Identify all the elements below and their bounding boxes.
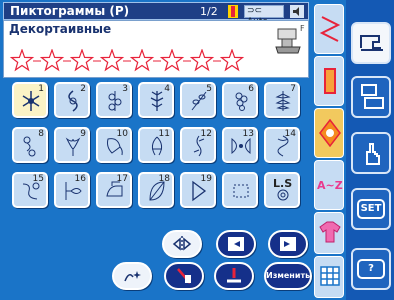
pattern-tile[interactable]: 11 xyxy=(138,127,174,163)
pattern-tile[interactable]: 10 xyxy=(96,127,132,163)
pattern-tile[interactable]: 4 xyxy=(138,82,174,118)
pattern-tile[interactable]: 13 xyxy=(222,127,258,163)
triangle-icon xyxy=(192,180,207,202)
arrow-right-icon xyxy=(280,237,296,251)
wheat-stalk-icon xyxy=(150,91,164,111)
iron-icon xyxy=(106,181,123,197)
presser-foot-letter: F xyxy=(300,24,305,33)
shirt-icon xyxy=(319,221,341,243)
star-stitch xyxy=(129,49,155,72)
star-stitch xyxy=(69,49,95,72)
star-stitch xyxy=(9,49,35,72)
pattern-tile[interactable]: 8 xyxy=(12,127,48,163)
pattern-name: Декортаивные xyxy=(9,22,112,36)
embroidery-mode-button[interactable] xyxy=(351,76,391,118)
settings-button[interactable]: SET xyxy=(351,188,391,230)
grapes-icon xyxy=(235,92,248,111)
tab-utility-stitches[interactable] xyxy=(314,4,344,54)
pattern-tile[interactable]: L.S xyxy=(264,172,300,208)
pattern-tile[interactable]: 16 xyxy=(54,172,90,208)
main-menu-column: SET ? xyxy=(346,0,394,300)
dotted-square-icon xyxy=(233,184,249,198)
buttonhole-tab-icon xyxy=(324,68,336,94)
flower-cross-stitch-icon xyxy=(22,91,40,111)
pattern-tile[interactable]: 15 xyxy=(12,172,48,208)
set-label: SET xyxy=(357,199,385,219)
alphabet-label: A~Z xyxy=(317,179,343,192)
star-stitch xyxy=(189,49,215,72)
bow-icon xyxy=(231,137,251,155)
page-indicator: 1/2 xyxy=(200,5,218,18)
grape-cluster-icon xyxy=(108,91,122,111)
pattern-tile[interactable]: 5 xyxy=(180,82,216,118)
title-bar: Пиктограммы (P) 1/2 ⊃⊂ Auto xyxy=(3,2,309,27)
trash-icon xyxy=(177,268,191,284)
needle-memory-icon xyxy=(227,268,241,283)
help-label: ? xyxy=(357,259,385,279)
embroidery-machine-icon xyxy=(361,84,384,109)
pattern-tile[interactable]: 14 xyxy=(264,127,300,163)
pattern-tile[interactable]: 7 xyxy=(264,82,300,118)
speaker-icon[interactable] xyxy=(290,5,304,18)
arrow-left-icon xyxy=(228,237,244,251)
bell-flower-icon xyxy=(107,138,123,156)
teaching-button[interactable] xyxy=(351,132,391,174)
star-stitch xyxy=(219,49,245,72)
pattern-tile[interactable] xyxy=(222,172,258,208)
change-button[interactable]: Изменить xyxy=(264,262,312,290)
ribbon-loop-icon xyxy=(277,135,289,157)
tulip-outline-icon xyxy=(65,137,81,156)
zigzag-icon xyxy=(319,16,341,42)
bluebell-icon xyxy=(151,136,163,156)
next-page-button[interactable] xyxy=(268,230,308,258)
pattern-tile[interactable]: 2 xyxy=(54,82,90,118)
branch-leaves-icon xyxy=(191,91,207,111)
pattern-tile[interactable]: 9 xyxy=(54,127,90,163)
stitch-preview-stars xyxy=(9,49,245,72)
pattern-tile[interactable]: 1 xyxy=(12,82,48,118)
pattern-preview: Декортаивные F xyxy=(3,20,309,78)
vine-icon xyxy=(193,135,205,157)
pattern-tile[interactable]: 18 xyxy=(138,172,174,208)
star-stitch xyxy=(99,49,125,72)
programming-button[interactable] xyxy=(112,262,152,290)
pattern-tile[interactable]: 12 xyxy=(180,127,216,163)
tab-grid[interactable] xyxy=(314,256,344,298)
tab-quilt[interactable] xyxy=(314,212,344,254)
leaf-outline-icon xyxy=(149,181,165,201)
sewing-machine-icon xyxy=(360,35,383,51)
pattern-tile[interactable]: 19 xyxy=(180,172,216,208)
rose-chain-icon xyxy=(23,136,36,157)
decorative-motif-icon xyxy=(319,119,341,147)
fern-leaf-icon xyxy=(275,91,291,111)
star-stitch xyxy=(39,49,65,72)
previous-page-button[interactable] xyxy=(216,230,256,258)
tab-buttonholes[interactable] xyxy=(314,56,344,106)
buttonhole-icon xyxy=(65,182,82,200)
grid-icon xyxy=(320,266,340,286)
pattern-tile[interactable]: 17 xyxy=(96,172,132,208)
page-title: Пиктограммы (P) xyxy=(10,4,130,18)
thread-tension-icon: ⊃⊂ xyxy=(247,6,263,16)
needle-position-icon[interactable] xyxy=(228,5,238,18)
hand-pointer-icon xyxy=(366,143,380,165)
mirror-icon xyxy=(172,236,192,252)
sewing-machine-screen: Пиктограммы (P) 1/2 ⊃⊂ Auto Декортаивные… xyxy=(0,0,394,300)
memory-button[interactable] xyxy=(214,262,254,290)
pattern-tile[interactable]: 3 xyxy=(96,82,132,118)
auto-tension-indicator[interactable]: ⊃⊂ Auto xyxy=(244,5,284,27)
delete-button[interactable] xyxy=(164,262,204,290)
mirror-button[interactable] xyxy=(162,230,202,258)
sparkle-stitch-icon xyxy=(124,271,141,282)
help-button[interactable]: ? xyxy=(351,248,391,290)
ls-icon xyxy=(277,189,289,201)
pattern-tile[interactable]: 6 xyxy=(222,82,258,118)
tab-alphabet[interactable]: A~Z xyxy=(314,160,344,210)
tab-decorative[interactable] xyxy=(314,108,344,158)
leaf-scroll-icon xyxy=(68,90,78,112)
curl-icon xyxy=(22,182,40,200)
sewing-mode-button[interactable] xyxy=(351,22,391,64)
star-stitch xyxy=(159,49,185,72)
